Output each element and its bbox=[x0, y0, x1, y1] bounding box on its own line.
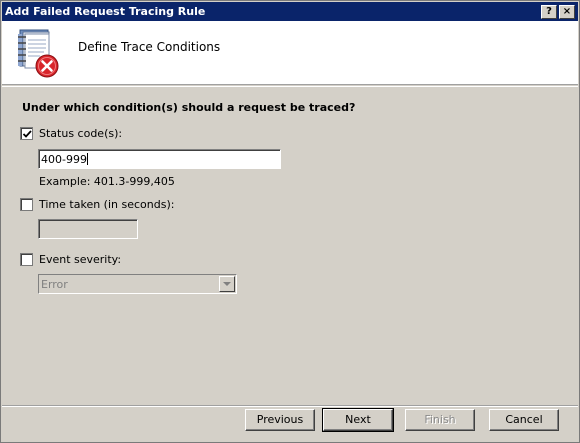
cancel-button[interactable]: Cancel bbox=[489, 409, 559, 431]
page-heading: Define Trace Conditions bbox=[78, 40, 221, 54]
event-severity-row[interactable]: Event severity: bbox=[20, 253, 140, 269]
wizard-header: Define Trace Conditions bbox=[2, 21, 578, 85]
text-caret bbox=[86, 153, 88, 165]
finish-button[interactable]: Finish bbox=[405, 409, 475, 431]
header-divider bbox=[2, 86, 578, 87]
status-code-input[interactable]: 400-999 bbox=[38, 149, 281, 169]
status-code-checkbox[interactable] bbox=[20, 127, 33, 140]
title-bar[interactable]: Add Failed Request Tracing Rule ? × bbox=[2, 2, 578, 21]
status-code-label: Status code(s): bbox=[39, 127, 123, 140]
event-severity-value: Error bbox=[41, 278, 68, 291]
help-button[interactable]: ? bbox=[541, 5, 557, 19]
time-taken-checkbox[interactable] bbox=[20, 198, 33, 211]
event-severity-label: Event severity: bbox=[39, 253, 122, 266]
dialog-window: Add Failed Request Tracing Rule ? × Defi… bbox=[0, 0, 580, 443]
previous-button[interactable]: Previous bbox=[245, 409, 315, 431]
footer-divider-highlight bbox=[2, 406, 578, 407]
condition-question: Under which condition(s) should a reques… bbox=[22, 101, 356, 114]
document-error-icon bbox=[14, 28, 62, 80]
status-code-example: Example: 401.3-999,405 bbox=[39, 175, 175, 188]
event-severity-checkbox[interactable] bbox=[20, 253, 33, 266]
time-taken-row[interactable]: Time taken (in seconds): bbox=[20, 198, 180, 214]
event-severity-select[interactable]: Error bbox=[38, 274, 237, 294]
time-taken-input[interactable] bbox=[38, 219, 138, 239]
status-code-value: 400-999 bbox=[41, 153, 87, 166]
time-taken-label: Time taken (in seconds): bbox=[39, 198, 175, 211]
next-button[interactable]: Next bbox=[322, 408, 394, 432]
window-title: Add Failed Request Tracing Rule bbox=[5, 5, 206, 18]
status-code-row[interactable]: Status code(s): bbox=[20, 127, 160, 143]
close-button[interactable]: × bbox=[559, 5, 575, 19]
dropdown-arrow-icon[interactable] bbox=[219, 276, 235, 292]
checkmark-icon bbox=[22, 130, 32, 138]
